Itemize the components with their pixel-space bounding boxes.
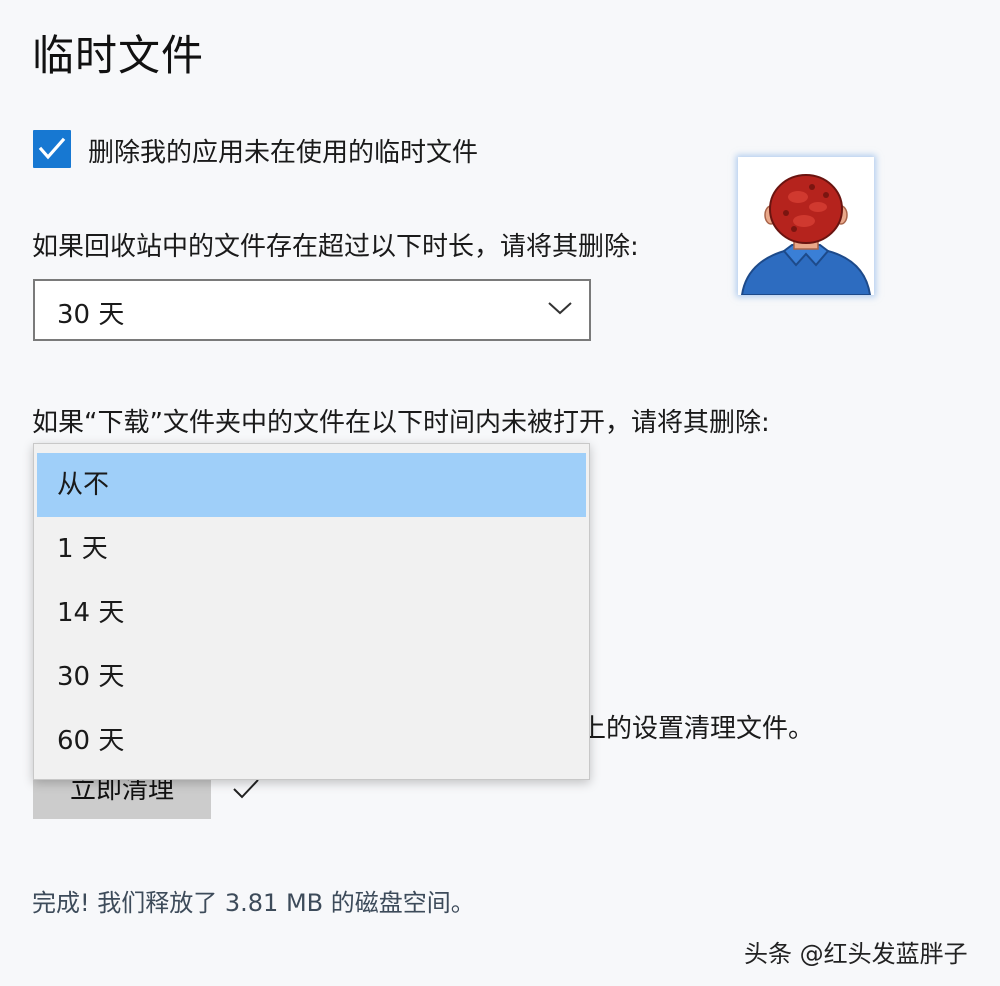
page-title: 临时文件 <box>32 31 205 80</box>
dropdown-option-60-days[interactable]: 60 天 <box>37 709 586 773</box>
dropdown-option-14-days[interactable]: 14 天 <box>37 581 586 645</box>
avatar <box>738 157 874 295</box>
recycle-bin-question: 如果回收站中的文件存在超过以下时长，请将其删除: <box>32 232 639 262</box>
storage-sense-note-visible: 上的设置清理文件。 <box>580 714 815 744</box>
delete-temp-files-checkbox[interactable] <box>33 130 71 168</box>
red-hair-person-avatar <box>740 174 872 295</box>
downloads-question: 如果“下载”文件夹中的文件在以下时间内未被打开，请将其删除: <box>32 408 770 438</box>
watermark: 头条 @红头发蓝胖子 <box>744 940 968 968</box>
downloads-dropdown-list[interactable]: 从不 1 天 14 天 30 天 60 天 <box>33 443 590 780</box>
cleanup-status-text: 完成! 我们释放了 3.81 MB 的磁盘空间。 <box>32 889 475 917</box>
checkbox-label[interactable]: 删除我的应用未在使用的临时文件 <box>88 132 478 169</box>
chevron-down-icon <box>548 302 572 315</box>
dropdown-option-1-day[interactable]: 1 天 <box>37 517 586 581</box>
checkmark-icon <box>233 779 259 799</box>
dropdown-option-30-days[interactable]: 30 天 <box>37 645 586 709</box>
dropdown-option-never[interactable]: 从不 <box>37 453 586 517</box>
recycle-bin-dropdown[interactable]: 30 天 <box>33 279 591 341</box>
checkmark-icon <box>38 137 66 160</box>
recycle-bin-selected-value: 30 天 <box>57 300 125 330</box>
